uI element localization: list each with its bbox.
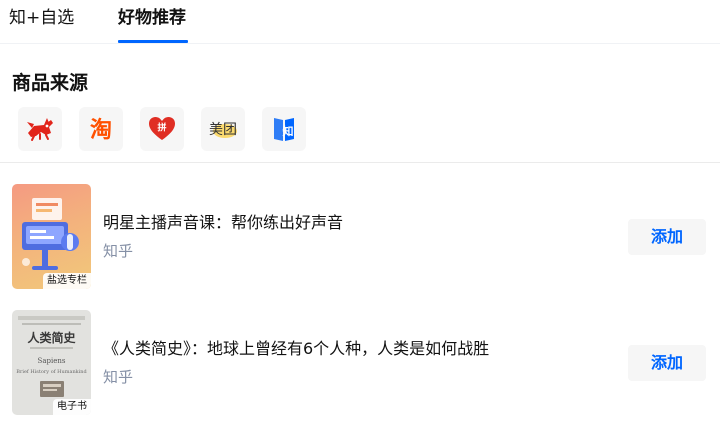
zhihu-icon: 知 [274,118,294,141]
tab-zhi-plus-selected[interactable]: 知+自选 [9,7,74,29]
section-divider [0,162,720,163]
jd-joy-dog-icon [27,118,53,141]
meituan-icon-label: 美团 [209,122,237,138]
taobao-icon-label: 淘 [90,117,112,143]
product-title[interactable]: 明星主播声音课：帮你练出好声音 [103,212,343,234]
product-source: 知乎 [103,368,134,386]
source-taobao[interactable]: 淘 [79,107,123,151]
product-cover-image: 人类简史 Sapiens Brief History of Humankind … [12,310,91,415]
source-meituan[interactable]: 美团 [201,107,245,151]
add-button[interactable]: 添加 [628,219,706,255]
column-tag: 盐选专栏 [43,273,91,289]
product-cover-image: 盐选专栏 [12,184,91,289]
product-item[interactable]: 盐选专栏 明星主播声音课：帮你练出好声音 知乎 添加 [0,184,720,289]
taobao-icon: 淘 [90,117,112,143]
tab-bar: 知+自选 好物推荐 [0,0,720,44]
source-pinduoduo[interactable]: 拼 [140,107,184,151]
tab-recommended-goods[interactable]: 好物推荐 [118,7,186,29]
product-source: 知乎 [103,242,134,260]
pinduoduo-icon: 拼 [149,117,175,140]
active-tab-indicator [118,40,188,43]
add-button[interactable]: 添加 [628,345,706,381]
zhihu-icon-label: 知 [282,124,294,138]
book-cover-english: Brief History of Humankind [16,369,87,375]
ebook-tag: 电子书 [53,399,91,415]
pinduoduo-icon-label: 拼 [157,122,166,134]
source-zhihu[interactable]: 知 [262,107,306,151]
book-cover-subtitle: Sapiens [38,357,66,365]
product-item[interactable]: 人类简史 Sapiens Brief History of Humankind … [0,310,720,415]
section-title: 商品来源 [12,72,89,94]
product-title[interactable]: 《人类简史》：地球上曾经有6个人种，人类是如何战胜 [103,338,489,360]
book-cover-title: 人类简史 [27,330,76,345]
source-jd[interactable] [18,107,62,151]
meituan-icon: 美团 [209,122,237,138]
